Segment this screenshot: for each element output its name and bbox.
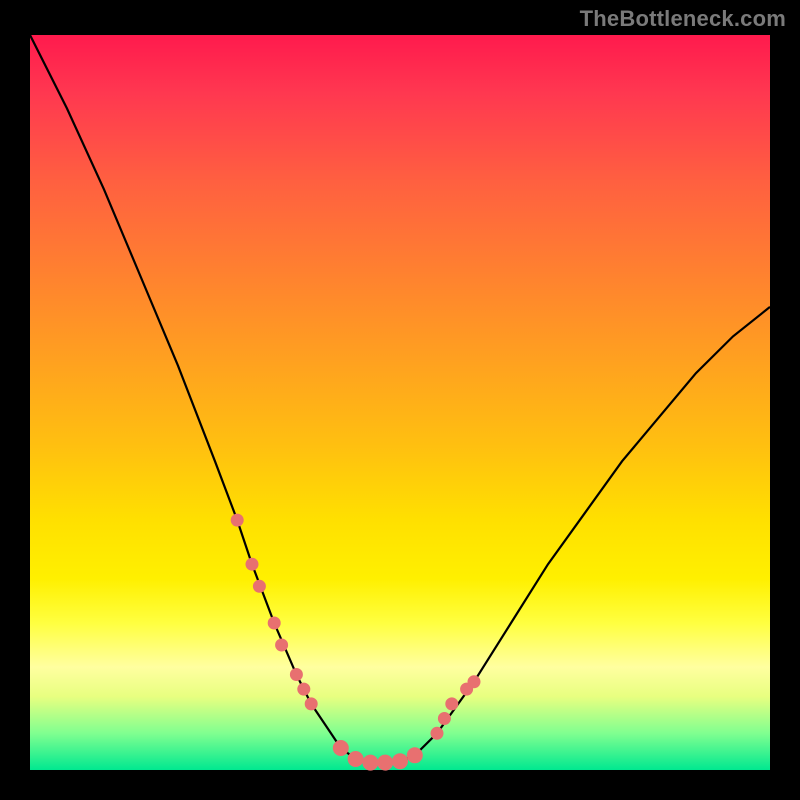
- data-marker: [290, 669, 302, 681]
- data-marker: [431, 727, 443, 739]
- data-marker: [468, 676, 480, 688]
- data-marker: [298, 683, 310, 695]
- data-marker: [438, 713, 450, 725]
- data-marker: [393, 754, 408, 769]
- data-marker: [363, 755, 378, 770]
- data-marker: [231, 514, 243, 526]
- data-markers: [231, 514, 480, 770]
- bottleneck-curve-line: [30, 35, 770, 763]
- data-marker: [333, 741, 348, 756]
- data-marker: [305, 698, 317, 710]
- data-marker: [246, 558, 258, 570]
- data-marker: [348, 752, 363, 767]
- data-marker: [268, 617, 280, 629]
- data-marker: [378, 755, 393, 770]
- bottleneck-chart: [30, 35, 770, 770]
- data-marker: [407, 748, 422, 763]
- data-marker: [253, 580, 265, 592]
- data-marker: [276, 639, 288, 651]
- data-marker: [446, 698, 458, 710]
- watermark-text: TheBottleneck.com: [580, 6, 786, 32]
